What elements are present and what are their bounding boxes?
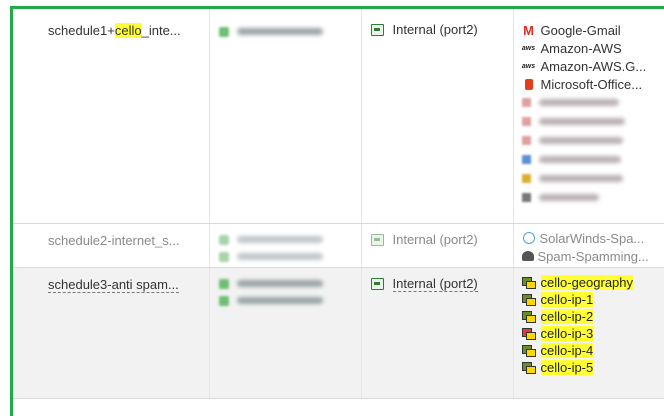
interface-cell[interactable]: Internal (port2) (361, 267, 514, 399)
blurred-list-item (521, 150, 662, 169)
list-item[interactable]: cello-geography (521, 274, 662, 291)
list-item[interactable]: cello-ip-1 (521, 291, 662, 308)
policy-name[interactable]: schedule3-anti spam... (13, 268, 209, 293)
source-cell[interactable] (209, 267, 362, 399)
address-group-icon (521, 277, 536, 289)
port-icon (370, 233, 384, 246)
address-group-icon (521, 294, 536, 306)
address-icon (218, 234, 229, 245)
policy-name-cell[interactable]: schedule3-anti spam... (13, 267, 210, 399)
address-group-icon (521, 362, 536, 374)
list-item[interactable]: aws Amazon-AWS.G... (522, 57, 662, 75)
blurred-list-item (521, 131, 662, 150)
list-item[interactable]: cello-ip-5 (521, 359, 662, 376)
blurred-list-item (521, 112, 662, 131)
list-item[interactable]: aws Amazon-AWS (522, 39, 662, 57)
source-cell[interactable] (209, 223, 362, 268)
table-row[interactable]: schedule1+cello_inte... Internal (port2)… (13, 9, 664, 224)
interface-cell[interactable]: Internal (port2) (361, 9, 514, 224)
search-highlight: cello (114, 23, 142, 38)
blurred-source (210, 224, 361, 265)
interface[interactable]: Internal (port2) (362, 9, 513, 37)
aws-icon: aws (521, 44, 536, 52)
interface[interactable]: Internal (port2) (362, 224, 513, 247)
service-cell[interactable]: M Google-Gmail aws Amazon-AWS aws Amazon-AW… (513, 9, 664, 224)
office-icon (524, 78, 533, 90)
source-cell[interactable] (209, 9, 362, 224)
gmail-icon: M (523, 22, 534, 38)
blurred-list-item (521, 93, 662, 112)
policy-name-cell[interactable]: schedule2-internet_s... (13, 223, 210, 268)
list-item[interactable]: Spam-Spamming... (521, 247, 662, 265)
list-item[interactable]: cello-ip-2 (521, 308, 662, 325)
list-item[interactable]: cello-ip-4 (521, 342, 662, 359)
port-icon (370, 23, 384, 36)
port-icon (370, 278, 384, 290)
spam-icon (521, 251, 534, 261)
address-icon (218, 278, 229, 289)
address-icon (218, 26, 229, 37)
aws-icon: aws (521, 62, 536, 70)
interface[interactable]: Internal (port2) (362, 268, 513, 292)
blurred-source (210, 9, 361, 40)
solarwinds-icon (522, 232, 535, 244)
address-icon (218, 251, 229, 262)
address-icon (218, 295, 229, 306)
list-item[interactable]: Microsoft-Office... (522, 75, 662, 93)
address-group-red-icon (521, 328, 536, 340)
table-row[interactable]: schedule3-anti spam... Internal (port2) … (13, 267, 664, 399)
service-cell[interactable]: SolarWinds-Spa... Spam-Spamming... (513, 223, 664, 268)
table-row[interactable]: schedule2-internet_s... Internal (port2)… (13, 223, 664, 268)
address-cell[interactable]: cello-geography cello-ip-1 cello-ip-2 ce… (513, 267, 664, 399)
blurred-list-item (521, 188, 662, 207)
list-item[interactable]: SolarWinds-Spa... (522, 229, 662, 247)
list-item[interactable]: cello-ip-3 (521, 325, 662, 342)
policy-name[interactable]: schedule1+cello_inte... (13, 9, 209, 38)
list-item[interactable]: M Google-Gmail (522, 21, 662, 39)
policy-name-cell[interactable]: schedule1+cello_inte... (13, 9, 210, 224)
blurred-list-item (521, 169, 662, 188)
blurred-source (210, 268, 361, 309)
address-group-icon (521, 345, 536, 357)
policy-name[interactable]: schedule2-internet_s... (13, 224, 209, 248)
interface-cell[interactable]: Internal (port2) (361, 223, 514, 268)
policy-table: schedule1+cello_inte... Internal (port2)… (13, 9, 664, 399)
address-group-icon (521, 311, 536, 323)
